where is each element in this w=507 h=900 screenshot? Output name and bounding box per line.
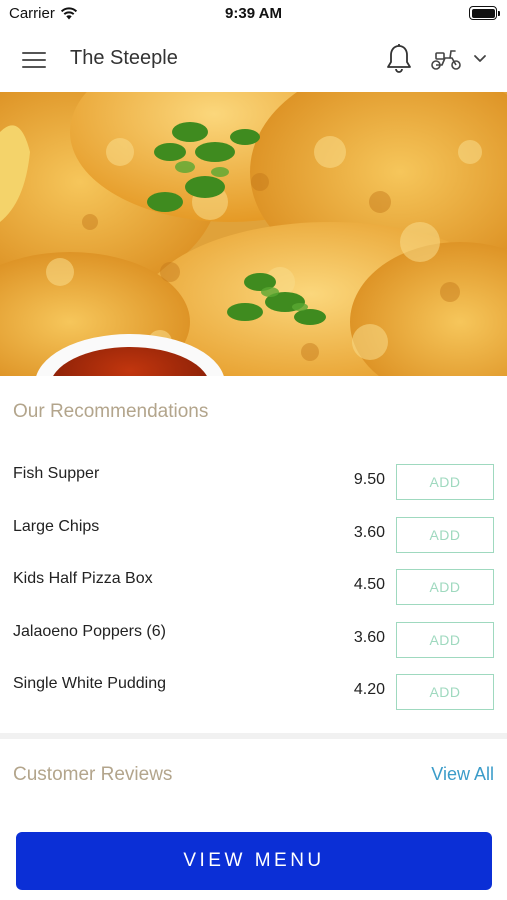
list-item: Kids Half Pizza Box 4.50 ADD bbox=[0, 560, 507, 613]
reviews-title: Customer Reviews bbox=[13, 764, 173, 785]
chevron-down-icon[interactable] bbox=[472, 52, 488, 66]
nav-bar: The Steeple bbox=[0, 28, 507, 92]
recommendations-list: Fish Supper 9.50 ADD Large Chips 3.60 AD… bbox=[0, 455, 507, 718]
list-item: Fish Supper 9.50 ADD bbox=[0, 455, 507, 508]
view-all-link[interactable]: View All bbox=[431, 764, 494, 785]
list-item: Jalaoeno Poppers (6) 3.60 ADD bbox=[0, 613, 507, 666]
section-divider bbox=[0, 733, 507, 739]
scooter-icon[interactable] bbox=[430, 46, 462, 72]
item-price: 9.50 bbox=[353, 471, 385, 488]
page-title: The Steeple bbox=[70, 47, 178, 69]
add-button[interactable]: ADD bbox=[396, 516, 494, 553]
status-carrier: Carrier bbox=[9, 5, 78, 22]
item-price: 4.50 bbox=[353, 576, 385, 593]
add-button[interactable]: ADD bbox=[396, 674, 494, 710]
add-button[interactable]: ADD bbox=[396, 569, 494, 605]
menu-icon[interactable] bbox=[22, 50, 48, 70]
bell-icon[interactable] bbox=[384, 43, 414, 75]
wifi-icon bbox=[60, 7, 77, 20]
item-name: Jalaoeno Poppers (6) bbox=[13, 622, 166, 640]
hero-image bbox=[0, 92, 507, 376]
add-button[interactable]: ADD bbox=[396, 464, 494, 500]
fried-fish-photo bbox=[0, 92, 507, 376]
list-item: Large Chips 3.60 ADD bbox=[0, 508, 507, 561]
item-price: 4.20 bbox=[353, 681, 385, 698]
item-price: 3.60 bbox=[353, 628, 385, 646]
item-price: 3.60 bbox=[353, 523, 385, 541]
item-name: Kids Half Pizza Box bbox=[13, 570, 153, 587]
list-item: Single White Pudding 4.20 ADD bbox=[0, 665, 507, 718]
item-name: Single White Pudding bbox=[13, 675, 166, 692]
add-button[interactable]: ADD bbox=[396, 621, 494, 658]
view-menu-button[interactable]: VIEW MENU bbox=[16, 832, 492, 890]
item-name: Large Chips bbox=[13, 517, 100, 535]
battery-icon bbox=[469, 6, 500, 20]
carrier-label: Carrier bbox=[9, 5, 55, 22]
status-bar: Carrier 9:39 AM bbox=[0, 0, 507, 28]
item-name: Fish Supper bbox=[13, 465, 100, 482]
recommendations-title: Our Recommendations bbox=[13, 401, 209, 422]
